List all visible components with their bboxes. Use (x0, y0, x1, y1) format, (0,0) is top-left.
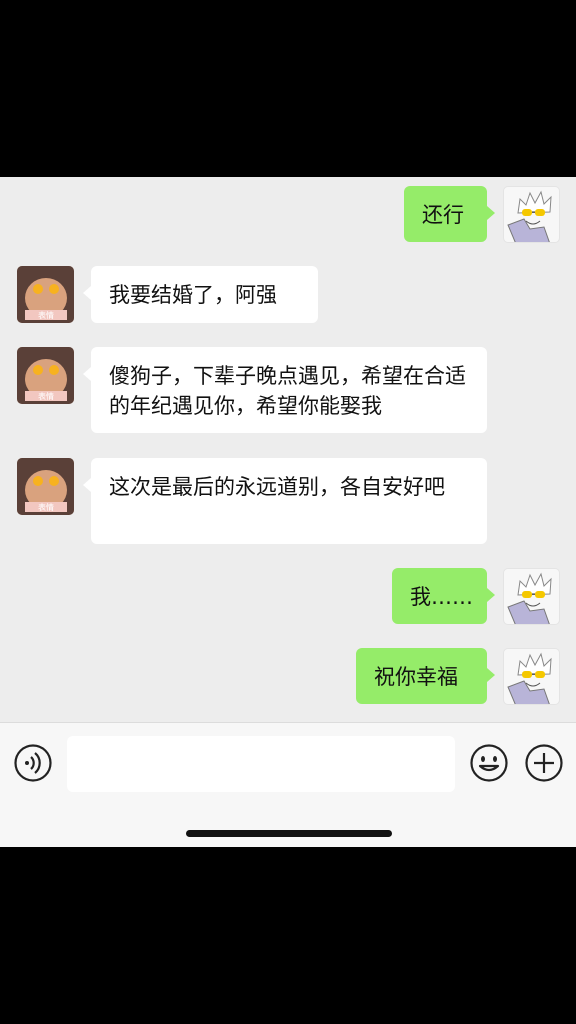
cartoon-boy-avatar-icon[interactable] (503, 568, 560, 625)
message-bubble[interactable]: 我要结婚了，阿强 (83, 266, 318, 323)
cat-avatar-icon[interactable]: 表情 (17, 458, 74, 515)
voice-icon[interactable] (13, 743, 53, 783)
message-text: 傻狗子，下辈子晚点遇见，希望在合适的年纪遇见你，希望你能娶我 (109, 364, 466, 418)
cartoon-boy-avatar-icon[interactable] (503, 648, 560, 705)
message-bubble[interactable]: 这次是最后的永远道别，各自安好吧 (83, 458, 487, 544)
input-bar (0, 722, 576, 847)
cat-avatar-icon[interactable]: 表情 (17, 347, 74, 404)
message-text: 还行 (422, 203, 464, 227)
message-input[interactable] (67, 736, 455, 792)
message-text: 这次是最后的永远道别，各自安好吧 (109, 475, 445, 499)
cartoon-boy-avatar-icon[interactable] (503, 186, 560, 243)
message-bubble[interactable]: 还行 (404, 186, 495, 242)
plus-icon[interactable] (524, 743, 564, 783)
cat-avatar-icon[interactable]: 表情 (17, 266, 74, 323)
message-bubble[interactable]: 祝你幸福 (356, 648, 495, 704)
message-text: 我…… (410, 585, 473, 609)
chat-screen: 还行 表情 我要结婚了，阿强 表情 傻狗子，下辈子晚点遇见，希望在合适的年纪遇见… (0, 177, 576, 847)
message-bubble[interactable]: 我…… (392, 568, 495, 624)
emoji-icon[interactable] (469, 743, 509, 783)
chat-message-list[interactable]: 还行 表情 我要结婚了，阿强 表情 傻狗子，下辈子晚点遇见，希望在合适的年纪遇见… (0, 177, 576, 722)
message-text: 我要结婚了，阿强 (109, 283, 277, 307)
avatar-caption: 表情 (38, 391, 54, 401)
message-text: 祝你幸福 (374, 665, 458, 689)
home-indicator[interactable] (186, 830, 392, 837)
avatar-caption: 表情 (38, 502, 54, 512)
avatar-caption: 表情 (38, 310, 54, 320)
message-bubble[interactable]: 傻狗子，下辈子晚点遇见，希望在合适的年纪遇见你，希望你能娶我 (83, 347, 487, 433)
